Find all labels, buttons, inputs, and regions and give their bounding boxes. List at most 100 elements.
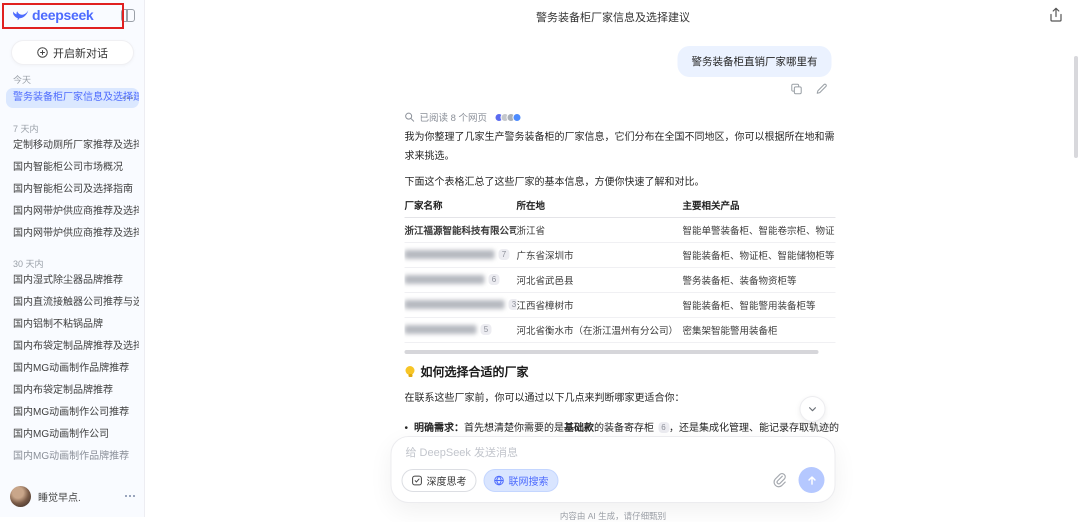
table-row: 6 河北省武邑县 警务装备柜、装备物资柜等 [405, 267, 836, 292]
blurred-company-name [405, 300, 505, 309]
sidebar-item[interactable]: 国内湿式除尘器品牌推荐 [6, 271, 139, 291]
citation-badge[interactable]: 5 [481, 324, 492, 335]
section-intro: 在联系这些厂家前，你可以通过以下几点来判断哪家更适合你： [405, 389, 685, 404]
assistant-paragraph: 我为你整理了几家生产警务装备柜的厂家信息，它们分布在全国不同地区，你可以根据所在… [405, 128, 837, 166]
main-area: 警务装备柜厂家信息及选择建议 警务装备柜直销厂家哪里有 已阅读 8 个网页 我为… [146, 0, 1080, 517]
table-row: 7 广东省深圳市 智能装备柜、物证柜、智能储物柜等 [405, 242, 836, 267]
source-favicons [494, 113, 521, 122]
col-header-location: 所在地 [517, 193, 683, 217]
sidebar-item-label: 国内网带炉供应商推荐及选择指南 [13, 228, 139, 239]
company-products: 智能单警装备柜、智能卷宗柜、物证 [683, 217, 836, 242]
sidebar: deepseek 开启新对话 今天 警务装备柜厂家信息及选择建议 7 天内 定制… [0, 0, 145, 517]
edit-icon[interactable] [816, 83, 828, 95]
sidebar-item[interactable]: 国内网带炉供应商推荐及选择指南 [6, 224, 139, 244]
sidebar-item[interactable]: 国内直流接触器公司推荐与选择... [6, 293, 139, 313]
profile-row[interactable]: 睡觉早点. [10, 484, 135, 508]
blurred-company-name [405, 275, 485, 284]
message-actions [791, 83, 828, 95]
composer: 深度思考 联网搜索 [391, 436, 836, 503]
table-row: 5 河北省衡水市（在浙江温州有分公司） 密集架智能警用装备柜 [405, 317, 836, 342]
scrollbar[interactable] [1074, 56, 1078, 158]
sidebar-item[interactable]: 国内网带炉供应商推荐及选择指南 [6, 202, 139, 222]
table-horizontal-scrollbar[interactable] [405, 350, 819, 354]
sidebar-item[interactable]: 国内MG动画制作公司 [6, 425, 139, 445]
user-message-bubble: 警务装备柜直销厂家哪里有 [678, 46, 832, 77]
sidebar-item-label: 警务装备柜厂家信息及选择建议 [13, 92, 139, 103]
sidebar-item-label: 国内布袋定制品牌推荐 [13, 385, 113, 396]
sidebar-item[interactable]: 国内MG动画制作公司推荐 [6, 403, 139, 423]
col-header-products: 主要相关产品 [683, 193, 836, 217]
sidebar-item-label: 国内网带炉供应商推荐及选择指南 [13, 206, 139, 217]
sidebar-item[interactable]: 国内智能柜公司市场概况 [6, 158, 139, 178]
sidebar-item-label: 国内MG动画制作品牌推荐 [13, 363, 129, 374]
assistant-paragraph: 下面这个表格汇总了这些厂家的基本信息，方便你快速了解和对比。 [405, 173, 837, 192]
avatar [10, 486, 31, 507]
sidebar-item[interactable]: 国内布袋定制品牌推荐及选择指南 [6, 337, 139, 357]
section-heading-text: 如何选择合适的厂家 [421, 363, 529, 380]
section-label-30days: 30 天内 [13, 257, 44, 270]
sidebar-item-label: 国内MG动画制作公司 [13, 429, 109, 440]
sidebar-item[interactable]: 国内铝制不粘锅品牌 [6, 315, 139, 335]
read-status-text: 已阅读 8 个网页 [420, 110, 488, 124]
bullet-bold: 明确需求： [414, 423, 464, 434]
citation-badge[interactable]: 6 [658, 422, 669, 433]
copy-icon[interactable] [791, 83, 803, 95]
blurred-company-name [405, 250, 495, 259]
plus-circle-icon [37, 47, 48, 58]
ai-disclaimer: 内容由 AI 生成，请仔细甄别 [391, 510, 836, 522]
sidebar-item-label: 国内铝制不粘锅品牌 [13, 319, 103, 330]
sidebar-item-label: 国内直流接触器公司推荐与选择... [13, 297, 139, 308]
sidebar-item-label: 国内湿式除尘器品牌推荐 [13, 275, 123, 286]
bullet-item: 明确需求：首先想清楚你需要的是基础款的装备寄存柜6，还是集成化管理、能记录存取轨… [405, 419, 839, 434]
company-location: 广东省深圳市 [517, 242, 683, 267]
table-row: 浙江福源智能科技有限公司1 浙江省 智能单警装备柜、智能卷宗柜、物证 [405, 217, 836, 242]
sidebar-item[interactable]: 国内MG动画制作品牌推荐 [6, 359, 139, 379]
search-icon [405, 112, 415, 122]
profile-name: 睡觉早点. [38, 489, 118, 504]
paperclip-icon[interactable] [772, 472, 788, 488]
deepseek-app: deepseek 开启新对话 今天 警务装备柜厂家信息及选择建议 7 天内 定制… [0, 0, 1080, 517]
new-chat-label: 开启新对话 [53, 45, 108, 61]
share-icon[interactable] [1048, 7, 1064, 23]
new-chat-button[interactable]: 开启新对话 [11, 40, 134, 65]
web-search-label: 联网搜索 [509, 473, 549, 488]
col-header-name: 厂家名称 [405, 193, 517, 217]
sidebar-item-active[interactable]: 警务装备柜厂家信息及选择建议 [6, 88, 139, 108]
company-location: 河北省衡水市（在浙江温州有分公司） [517, 317, 683, 342]
composer-toolbar: 深度思考 联网搜索 [402, 467, 825, 493]
deepthink-icon [412, 475, 423, 486]
table-header-row: 厂家名称 所在地 主要相关产品 [405, 193, 836, 217]
sidebar-item-label: 国内智能柜公司市场概况 [13, 162, 123, 173]
scroll-to-bottom-button[interactable] [800, 396, 826, 422]
sidebar-item-label: 国内MG动画制作品牌推荐 [13, 451, 129, 462]
more-icon[interactable] [125, 495, 135, 497]
sidebar-item-label: 国内布袋定制品牌推荐及选择指南 [13, 341, 139, 352]
sidebar-item[interactable]: 定制移动厕所厂家推荐及选择建议 [6, 136, 139, 156]
deepthink-button[interactable]: 深度思考 [402, 469, 477, 492]
sidebar-item[interactable]: 国内MG动画制作品牌推荐 [6, 447, 139, 467]
citation-badge[interactable]: 7 [499, 249, 510, 260]
sidebar-item[interactable]: 国内智能柜公司及选择指南 [6, 180, 139, 200]
citation-badge[interactable]: 3 [509, 299, 517, 310]
company-location: 江西省樟树市 [517, 292, 683, 317]
web-search-button[interactable]: 联网搜索 [484, 469, 559, 492]
company-name: 浙江福源智能科技有限公司 [405, 226, 517, 237]
table-row: 3 江西省樟树市 智能装备柜、智能警用装备柜等 [405, 292, 836, 317]
deepthink-label: 深度思考 [427, 473, 467, 488]
blurred-company-name [405, 325, 477, 334]
more-icon[interactable] [123, 97, 133, 99]
send-button[interactable] [799, 467, 825, 493]
company-products: 警务装备柜、装备物资柜等 [683, 267, 836, 292]
manufacturer-table: 厂家名称 所在地 主要相关产品 浙江福源智能科技有限公司1 浙江省 智能单警装备… [405, 193, 836, 343]
company-products: 密集架智能警用装备柜 [683, 317, 836, 342]
red-annotation-box [2, 3, 124, 29]
sidebar-item[interactable]: 国内布袋定制品牌推荐 [6, 381, 139, 401]
sidebar-item-label: 国内MG动画制作公司推荐 [13, 407, 129, 418]
section-label-today: 今天 [13, 73, 31, 86]
lightbulb-icon [405, 366, 416, 377]
company-products: 智能装备柜、智能警用装备柜等 [683, 292, 836, 317]
citation-badge[interactable]: 6 [489, 274, 500, 285]
read-status-line[interactable]: 已阅读 8 个网页 [405, 110, 522, 124]
section-heading: 如何选择合适的厂家 [405, 363, 529, 380]
message-input[interactable] [406, 447, 821, 459]
